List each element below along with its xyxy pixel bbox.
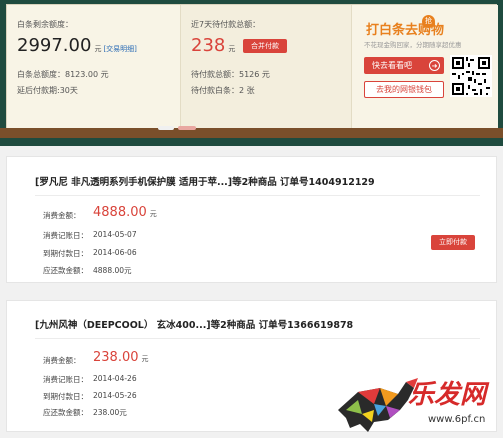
card-divider <box>35 195 480 196</box>
card-divider <box>35 338 480 339</box>
due-date-label: 到期付款日： <box>43 392 88 401</box>
spend-unit: 元 <box>141 355 149 363</box>
spend-amount-row: 4888.00 元 <box>93 205 157 220</box>
spend-amount: 4888.00 <box>93 205 147 220</box>
qr-code-icon <box>450 55 492 97</box>
pay-now-button[interactable]: 立即付款 <box>431 235 475 250</box>
merge-payment-button[interactable]: 合并付款 <box>243 39 287 53</box>
spend-amount: 238.00 <box>93 350 139 365</box>
due-date-label: 到期付款日： <box>43 249 88 258</box>
repay-amount: 238.00元 <box>93 408 127 417</box>
repay-amount: 4888.00元 <box>93 266 132 275</box>
transaction-detail-link[interactable]: [交易明细] <box>103 45 136 53</box>
chalk-icon <box>178 126 196 130</box>
remaining-credit-label: 白条剩余额度： <box>17 20 73 29</box>
spend-amount-row: 238.00 元 <box>93 350 149 365</box>
watermark-url: www.6pf.cn <box>428 414 486 425</box>
grab-badge: 抢 <box>422 15 435 28</box>
pending-7day-label: 近7天待付款总额： <box>191 20 261 29</box>
remaining-credit-column: 白条剩余额度： 2997.00 元 [交易明细] 白条总额度：8123.00 元 延… <box>7 5 181 129</box>
spend-label: 消费金额： <box>43 211 81 220</box>
spend-unit: 元 <box>149 210 157 218</box>
go-shopping-label: 快去看看吧 <box>372 61 412 70</box>
record-date: 2014-04-26 <box>93 374 137 383</box>
record-date-label: 消费记账日： <box>43 231 88 240</box>
payment-delay-label: 延后付款期:30天 <box>17 86 78 95</box>
order-title[interactable]: [罗凡尼 非凡透明系列手机保护膜 适用于苹...]等2种商品 订单号140491… <box>35 174 375 188</box>
remaining-credit-unit: 元 <box>94 45 102 53</box>
order-title[interactable]: [九州风神（DEEPCOOL） 玄冰400...]等2种商品 订单号136661… <box>35 317 353 331</box>
pending-total-label: 待付款总额：5126 元 <box>191 70 270 79</box>
remaining-credit-row: 2997.00 元 [交易明细] <box>17 35 137 56</box>
total-credit-label: 白条总额度：8123.00 元 <box>17 70 109 79</box>
pending-amount-row: 238 元 <box>191 35 235 56</box>
remaining-credit-amount: 2997.00 <box>17 35 92 56</box>
credit-summary-board: 白条剩余额度： 2997.00 元 [交易明细] 白条总额度：8123.00 元 延… <box>0 0 503 146</box>
pending-amount: 238 <box>191 35 226 56</box>
chalk-icon <box>158 126 174 130</box>
record-date-label: 消费记账日： <box>43 375 88 384</box>
due-date: 2014-05-26 <box>93 391 137 400</box>
pending-count-label: 待付款白条：2 张 <box>191 86 255 95</box>
repay-amount-label: 应还款金额： <box>43 408 88 417</box>
wallet-button[interactable]: 去我的网银钱包 <box>364 81 444 98</box>
spend-label: 消费金额： <box>43 356 81 365</box>
order-card: [罗凡尼 非凡透明系列手机保护膜 适用于苹...]等2种商品 订单号140491… <box>6 156 497 283</box>
record-date: 2014-05-07 <box>93 230 137 239</box>
go-shopping-button[interactable]: 快去看看吧 ➜ <box>364 57 444 74</box>
summary-panel: 白条剩余额度： 2997.00 元 [交易明细] 白条总额度：8123.00 元 延… <box>6 4 498 129</box>
repay-amount-label: 应还款金额： <box>43 266 88 275</box>
due-date: 2014-06-06 <box>93 248 137 257</box>
chalk-ledge <box>0 128 503 138</box>
pending-payment-column: 近7天待付款总额： 238 元 合并付款 待付款总额：5126 元 待付款白条：2… <box>181 5 352 129</box>
promo-column: 打白条去购物 抢 不花现金购回家，分期随享超优惠 快去看看吧 ➜ 去我的网银钱包 <box>352 5 498 129</box>
arrow-right-icon: ➜ <box>429 60 440 71</box>
pending-unit: 元 <box>228 45 236 53</box>
watermark-brand: 乐发网 <box>408 380 487 410</box>
promo-subtitle: 不花现金购回家，分期随享超优惠 <box>364 41 462 49</box>
watermark-logo: 乐发网 www.6pf.cn <box>328 370 503 438</box>
